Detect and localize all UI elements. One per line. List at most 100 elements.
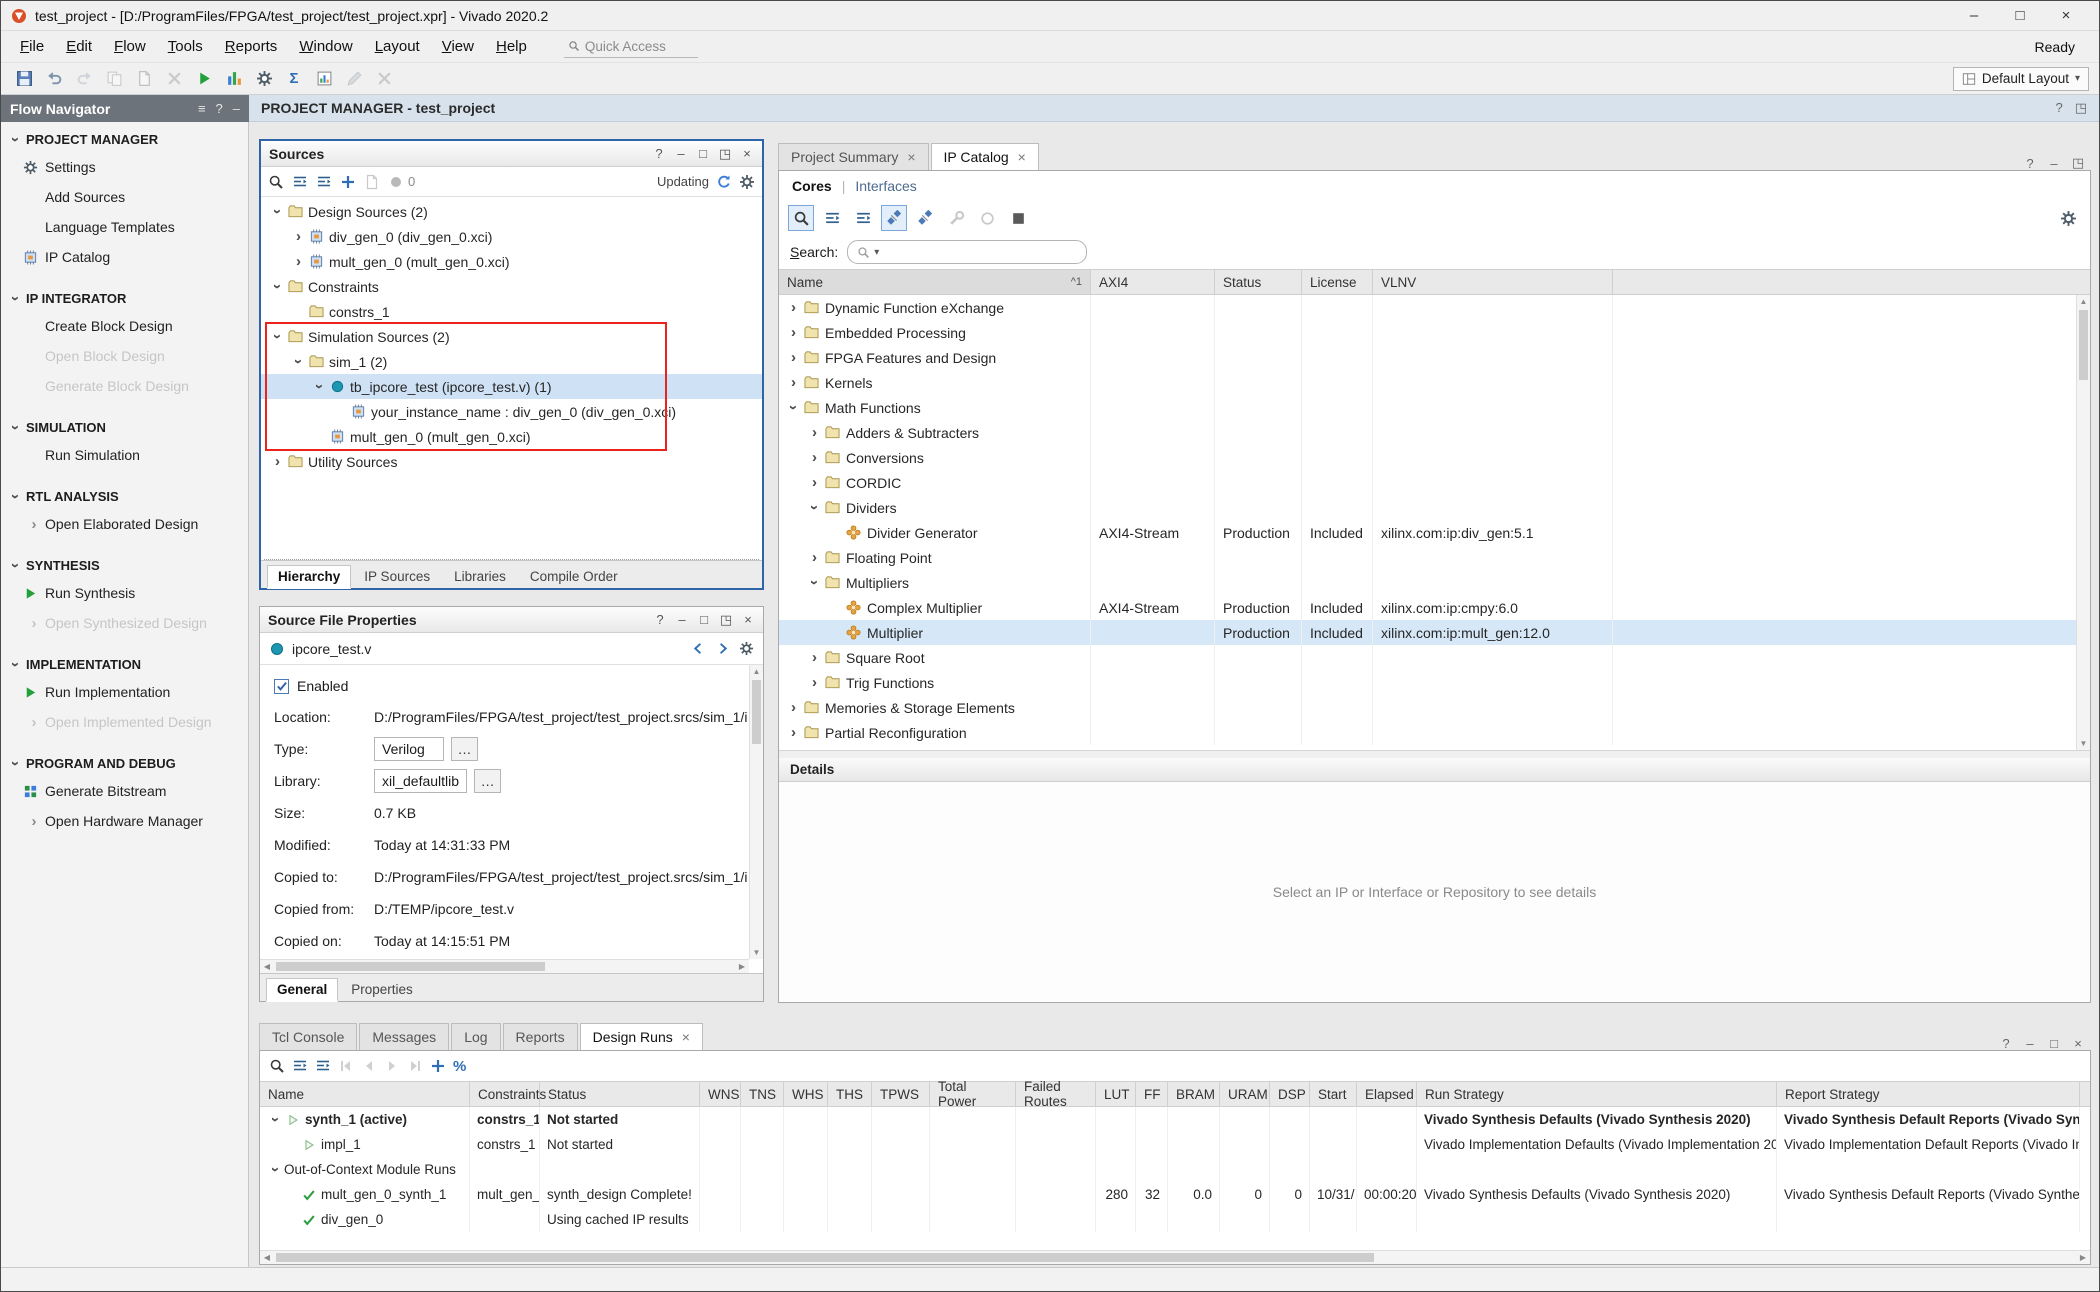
column-uram[interactable]: URAM (1220, 1082, 1270, 1106)
flownav-item-open-implemented-design[interactable]: ›Open Implemented Design (1, 707, 248, 737)
column-total-power[interactable]: Total Power (930, 1082, 1016, 1106)
source-item-tb-ipcore-test-ipcore-test-v-1[interactable]: ›tb_ipcore_test (ipcore_test.v) (1) (261, 374, 762, 399)
dashboard-button[interactable] (221, 66, 247, 92)
minimize-icon[interactable]: – (2047, 156, 2061, 171)
maximize-icon[interactable]: □ (696, 146, 710, 162)
expander-icon[interactable]: › (291, 353, 306, 370)
open-file-icon[interactable] (364, 174, 380, 190)
scrollbar-thumb[interactable] (276, 1253, 1374, 1262)
expander-icon[interactable]: › (268, 1161, 283, 1178)
close-icon[interactable]: × (907, 149, 915, 165)
source-item-div-gen-0-div-gen-0-xci[interactable]: ›div_gen_0 (div_gen_0.xci) (261, 224, 762, 249)
column-failed-routes[interactable]: Failed Routes (1016, 1082, 1096, 1106)
sources-panel-header[interactable]: Sources ?–□◳× (261, 141, 762, 167)
tab-hierarchy[interactable]: Hierarchy (267, 565, 351, 589)
source-item-utility-sources[interactable]: ›Utility Sources (261, 449, 762, 474)
column-ff[interactable]: FF (1136, 1082, 1168, 1106)
tab-ip-sources[interactable]: IP Sources (353, 564, 441, 588)
maximize-icon[interactable]: □ (1997, 2, 2043, 30)
refresh-icon[interactable] (716, 174, 732, 190)
column-elapsed[interactable]: Elapsed (1357, 1082, 1417, 1106)
create-run-icon[interactable] (430, 1058, 446, 1074)
catalog-item-trig-functions[interactable]: ›Trig Functions (779, 670, 2090, 695)
catalog-item-multipliers[interactable]: ›Multipliers (779, 570, 2090, 595)
tab-libraries[interactable]: Libraries (443, 564, 517, 588)
expander-icon[interactable]: › (807, 574, 822, 591)
properties-panel-header[interactable]: Source File Properties ?–□◳× (260, 607, 763, 633)
collapse-all-icon[interactable] (292, 1058, 308, 1074)
close-icon[interactable]: × (1018, 149, 1026, 165)
chevron-right-icon[interactable]: › (23, 715, 45, 730)
column-tpws[interactable]: TPWS (872, 1082, 930, 1106)
help-icon[interactable]: ? (2023, 156, 2037, 171)
customize-icon[interactable] (943, 205, 969, 231)
flownav-section-simulation[interactable]: ›SIMULATION (1, 414, 248, 440)
catalog-item-complex-multiplier[interactable]: ›Complex MultiplierAXI4-StreamProduction… (779, 595, 2090, 620)
float-icon[interactable]: ◳ (718, 146, 732, 162)
menu-file[interactable]: File (9, 34, 55, 59)
source-item-mult-gen-0-mult-gen-0-xci[interactable]: ›mult_gen_0 (mult_gen_0.xci) (261, 249, 762, 274)
forward-arrow-icon[interactable] (715, 641, 730, 656)
menu-view[interactable]: View (431, 34, 485, 59)
settings-button[interactable] (251, 66, 277, 92)
help-icon[interactable]: ? (2055, 100, 2062, 116)
tab-project-summary[interactable]: Project Summary× (778, 143, 929, 171)
float-icon[interactable]: ◳ (719, 612, 733, 628)
expand-all-icon[interactable] (316, 174, 332, 190)
tab-compile-order[interactable]: Compile Order (519, 564, 629, 588)
view-cores[interactable]: Cores (792, 178, 832, 194)
flownav-item-settings[interactable]: Settings (1, 152, 248, 182)
flownav-section-program-and-debug[interactable]: ›PROGRAM AND DEBUG (1, 750, 248, 776)
column-name[interactable]: Name^1 (779, 270, 1091, 294)
menu-flow[interactable]: Flow (103, 34, 157, 59)
delete-button[interactable] (161, 66, 187, 92)
expander-icon[interactable]: › (806, 450, 823, 465)
expander-icon[interactable]: › (290, 229, 307, 244)
close-button[interactable] (371, 66, 397, 92)
flownav-item-language-templates[interactable]: Language Templates (1, 212, 248, 242)
menu-reports[interactable]: Reports (214, 34, 289, 59)
expand-all-icon[interactable] (850, 205, 876, 231)
catalog-item-square-root[interactable]: ›Square Root (779, 645, 2090, 670)
scrollbar-thumb[interactable] (276, 962, 545, 971)
column-license[interactable]: License (1302, 270, 1373, 294)
catalog-item-math-functions[interactable]: ›Math Functions (779, 395, 2090, 420)
tab-general[interactable]: General (266, 978, 338, 1002)
help-icon[interactable]: ? (1999, 1036, 2013, 1051)
enabled-checkbox[interactable] (274, 679, 289, 694)
scroll-up-icon[interactable]: ▲ (2077, 295, 2090, 308)
expander-icon[interactable]: › (785, 350, 802, 365)
expander-icon[interactable]: › (806, 475, 823, 490)
flownav-item-run-synthesis[interactable]: Run Synthesis (1, 578, 248, 608)
catalog-item-floating-point[interactable]: ›Floating Point (779, 545, 2090, 570)
expander-icon[interactable]: › (785, 325, 802, 340)
column-tns[interactable]: TNS (741, 1082, 784, 1106)
layout-selector[interactable]: Default Layout ▾ (1953, 67, 2089, 91)
expand-all-icon[interactable] (315, 1058, 331, 1074)
minimize-icon[interactable]: – (1951, 2, 1997, 30)
scroll-up-icon[interactable]: ▲ (750, 665, 763, 678)
tab-ip-catalog[interactable]: IP Catalog× (931, 143, 1039, 171)
redo-button[interactable] (71, 66, 97, 92)
flownav-item-generate-block-design[interactable]: Generate Block Design (1, 371, 248, 401)
menu-help[interactable]: Help (485, 34, 538, 59)
minimize-icon[interactable]: – (233, 101, 240, 116)
vertical-scrollbar[interactable]: ▲ ▼ (2076, 295, 2090, 750)
expander-icon[interactable]: › (270, 203, 285, 220)
catalog-item-conversions[interactable]: ›Conversions (779, 445, 2090, 470)
maximize-icon[interactable]: □ (697, 612, 711, 628)
catalog-item-cordic[interactable]: ›CORDIC (779, 470, 2090, 495)
menu-icon[interactable]: ≡ (198, 101, 206, 116)
report-button[interactable] (311, 66, 337, 92)
hierarchy-settings-icon[interactable] (912, 205, 938, 231)
copy-button[interactable] (101, 66, 127, 92)
source-item-your-instance-name-div-gen-0-div-gen-0-xci[interactable]: ›your_instance_name : div_gen_0 (div_gen… (261, 399, 762, 424)
flownav-item-create-block-design[interactable]: Create Block Design (1, 311, 248, 341)
minimize-icon[interactable]: – (2023, 1036, 2037, 1051)
source-item-mult-gen-0-mult-gen-0-xci[interactable]: ›mult_gen_0 (mult_gen_0.xci) (261, 424, 762, 449)
column-start[interactable]: Start (1310, 1082, 1357, 1106)
expander-icon[interactable]: › (806, 550, 823, 565)
close-icon[interactable]: × (682, 1029, 690, 1045)
field-input-library[interactable]: xil_defaultlib (374, 769, 467, 793)
tab-properties[interactable]: Properties (340, 977, 424, 1001)
